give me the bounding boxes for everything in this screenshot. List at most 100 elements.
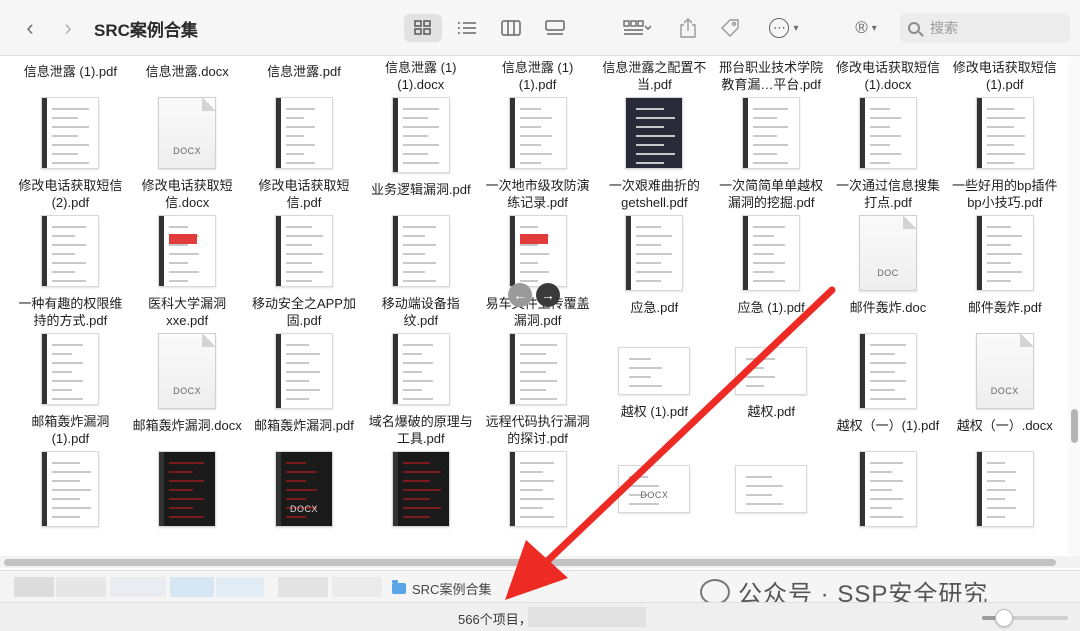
file-item[interactable]: DOCX 修改电话获取短 信.docx <box>129 93 246 211</box>
text-line <box>169 226 189 228</box>
file-item[interactable]: 一次通过信息搜集 打点.pdf <box>830 93 947 211</box>
text-line <box>519 353 546 355</box>
file-item[interactable]: 修改电话获取短 信.pdf <box>246 93 363 211</box>
file-item[interactable]: 医科大学漏洞 xxe.pdf <box>129 211 246 329</box>
file-item[interactable]: 信息泄露 (1).pdf <box>12 57 129 93</box>
pdf-thumbnail <box>742 97 801 169</box>
file-item[interactable]: DOCX 越权（一）.docx <box>946 329 1063 447</box>
text-line <box>285 235 323 237</box>
search-field[interactable]: 搜索 <box>900 13 1070 43</box>
path-folder[interactable]: SRC案例合集 <box>392 579 491 598</box>
forward-button[interactable]: › <box>56 14 80 42</box>
file-item[interactable] <box>713 447 830 555</box>
file-item[interactable] <box>362 447 479 555</box>
text-line <box>753 226 786 228</box>
text-line <box>746 367 765 369</box>
file-item[interactable]: 修改电话获取短信 (1).docx <box>830 57 947 93</box>
file-item[interactable]: 应急.pdf <box>596 211 713 329</box>
arrow-right-icon[interactable]: → <box>536 283 560 307</box>
scroll-knob[interactable] <box>4 559 1056 566</box>
text-line <box>629 385 663 387</box>
file-item[interactable]: 域名爆破的原理与 工具.pdf <box>362 329 479 447</box>
file-item[interactable]: 越权 (1).pdf <box>596 329 713 447</box>
pdf-thumbnail <box>975 451 1034 527</box>
text-line <box>52 498 81 500</box>
text-line <box>402 153 428 155</box>
text-line <box>52 480 81 482</box>
back-button[interactable]: ‹ <box>18 14 42 42</box>
text-line <box>52 362 84 364</box>
text-line <box>285 280 312 282</box>
page-corner-icon <box>1019 334 1033 347</box>
file-item[interactable]: 越权（一）(1).pdf <box>830 329 947 447</box>
file-item[interactable]: DOCX信息泄露 (1) (1).docx <box>362 57 479 93</box>
pdf-thumbnail: DOCX <box>274 451 333 527</box>
text-line <box>629 367 663 369</box>
column-view-button[interactable] <box>494 14 528 42</box>
file-item[interactable]: 信息泄露.pdf <box>246 57 363 93</box>
text-line <box>869 162 890 164</box>
text-line <box>519 398 557 400</box>
file-item[interactable]: 易车文件上传覆盖 漏洞.pdf <box>479 211 596 329</box>
pdf-thumbnail <box>41 451 100 527</box>
file-item[interactable] <box>830 447 947 555</box>
file-item[interactable]: 邮箱轰炸漏洞 (1).pdf <box>12 329 129 447</box>
file-item[interactable]: 邮件轰炸.pdf <box>946 211 1063 329</box>
file-item[interactable]: 应急 (1).pdf <box>713 211 830 329</box>
file-item[interactable]: 一次艰难曲折的 getshell.pdf <box>596 93 713 211</box>
file-item[interactable] <box>946 447 1063 555</box>
pdf-thumbnail <box>735 465 808 513</box>
page-bar <box>509 452 515 526</box>
gallery-view-button[interactable] <box>538 14 572 42</box>
arrow-left-icon[interactable]: ← <box>508 283 532 307</box>
file-item[interactable]: DOCX 邮箱轰炸漏洞.docx <box>129 329 246 447</box>
file-item[interactable]: 修改电话获取短信 (1).pdf <box>946 57 1063 93</box>
group-button[interactable] <box>614 14 660 42</box>
text-line <box>869 507 892 509</box>
text-line <box>402 344 433 346</box>
file-item[interactable] <box>479 447 596 555</box>
text-line <box>636 108 665 110</box>
list-view-button[interactable] <box>450 14 484 42</box>
page-bar <box>42 452 48 526</box>
file-item[interactable]: 移动端设备指 纹.pdf <box>362 211 479 329</box>
text-line <box>753 244 786 246</box>
file-item[interactable]: DOC 邮件轰炸.doc <box>830 211 947 329</box>
text-line <box>285 262 312 264</box>
icon-view-button[interactable] <box>404 14 442 42</box>
file-item[interactable]: 一次地市级攻防演 练记录.pdf <box>479 93 596 211</box>
file-name: 修改电话获取短 信.pdf <box>258 178 350 210</box>
file-item[interactable]: 一种有趣的权限维 持的方式.pdf <box>12 211 129 329</box>
file-item[interactable]: 越权.pdf <box>713 329 830 447</box>
file-item[interactable]: 修改电话获取短信 (2).pdf <box>12 93 129 211</box>
file-item[interactable]: 信息泄露.docx <box>129 57 246 93</box>
file-item[interactable]: 移动安全之APP加 固.pdf <box>246 211 363 329</box>
file-item[interactable]: DOCX <box>246 447 363 555</box>
file-item[interactable]: 邮箱轰炸漏洞.pdf <box>246 329 363 447</box>
file-item[interactable]: 远程代码执行漏洞 的探讨.pdf <box>479 329 596 447</box>
file-item[interactable]: 信息泄露之配置不 当.pdf <box>596 57 713 93</box>
icon-size-slider[interactable] <box>982 609 1068 627</box>
file-item[interactable] <box>129 447 246 555</box>
file-item[interactable]: DOCX <box>596 447 713 555</box>
action-menu-button[interactable]: ⋯ ▾ <box>760 14 808 42</box>
text-line <box>753 153 778 155</box>
text-line <box>169 507 194 509</box>
file-item[interactable]: 信息泄露 (1) (1).pdf <box>479 57 596 93</box>
horizontal-scrollbar[interactable] <box>0 556 1080 568</box>
text-line <box>285 398 309 400</box>
scroll-knob[interactable] <box>1071 409 1078 443</box>
share-button[interactable] <box>674 14 702 42</box>
file-type-tag: DOC <box>877 268 899 278</box>
file-item[interactable]: PDF邢台职业技术学院 教育漏…平台.pdf <box>713 57 830 93</box>
pdf-thumbnail <box>735 347 808 395</box>
vertical-scrollbar[interactable] <box>1068 57 1080 555</box>
account-menu-button[interactable]: ® ▾ <box>846 14 886 42</box>
tag-button[interactable] <box>716 14 744 42</box>
file-item[interactable] <box>12 447 129 555</box>
file-item[interactable]: 一些好用的bp插件 bp小技巧.pdf <box>946 93 1063 211</box>
file-item[interactable]: 业务逻辑漏洞.pdf <box>362 93 479 211</box>
slider-thumb[interactable] <box>994 609 1013 627</box>
file-type-tag: DOCX <box>173 146 202 156</box>
file-item[interactable]: 一次简简单单越权 漏洞的挖掘.pdf <box>713 93 830 211</box>
